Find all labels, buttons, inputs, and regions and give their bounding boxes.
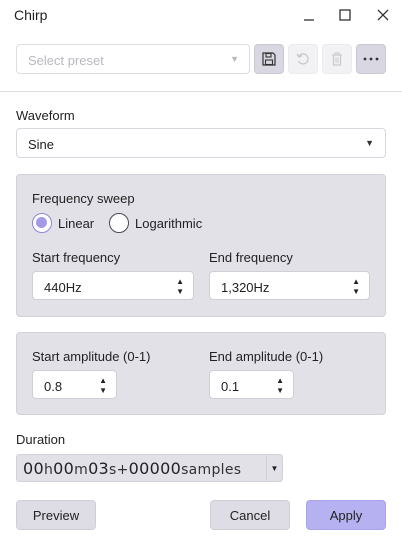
minimize-icon (304, 19, 314, 21)
preset-select[interactable]: Select preset ▼ (16, 44, 250, 74)
start-frequency-label: Start frequency (32, 250, 121, 265)
start-frequency-value: 440Hz (44, 280, 82, 295)
close-icon (377, 9, 389, 21)
frequency-sweep-panel: Frequency sweep Linear Logarithmic Start… (16, 174, 386, 317)
duration-label: Duration (16, 432, 66, 447)
end-frequency-label: End frequency (209, 250, 293, 265)
samples-unit: samples (181, 462, 242, 478)
chevron-down-icon: ▼ (230, 54, 239, 64)
duration-value[interactable]: 00h00m03s+00000samples (23, 459, 241, 478)
maximize-icon (339, 9, 351, 21)
frequency-sweep-label: Frequency sweep (32, 191, 135, 206)
undo-icon (296, 53, 309, 65)
increment-icon[interactable]: ▲ (352, 278, 360, 286)
decrement-icon[interactable]: ▼ (99, 387, 107, 395)
increment-icon[interactable]: ▲ (276, 377, 284, 385)
title-bar: Chirp (0, 0, 402, 30)
radio-logarithmic-indicator[interactable] (109, 213, 129, 233)
preset-placeholder: Select preset (28, 53, 104, 68)
end-amplitude-input[interactable]: 0.1 ▲ ▼ (209, 370, 294, 399)
apply-button[interactable]: Apply (306, 500, 386, 530)
end-amplitude-value: 0.1 (221, 379, 240, 394)
divider (0, 91, 402, 92)
save-icon (262, 52, 276, 66)
minimize-button[interactable] (297, 4, 321, 26)
hours-unit: h (43, 462, 54, 478)
chevron-down-icon: ▼ (270, 463, 279, 473)
minutes-unit: m (74, 462, 89, 478)
waveform-value: Sine (28, 137, 55, 152)
delete-preset-button[interactable] (322, 44, 352, 74)
seconds-unit: s+ (109, 462, 129, 478)
more-options-button[interactable] (356, 44, 386, 74)
end-amplitude-label: End amplitude (0-1) (209, 349, 324, 364)
more-icon (363, 57, 379, 61)
radio-linear[interactable]: Linear (32, 213, 94, 233)
end-frequency-input[interactable]: 1,320Hz ▲ ▼ (209, 271, 370, 300)
radio-logarithmic[interactable]: Logarithmic (109, 213, 202, 233)
decrement-icon[interactable]: ▼ (176, 288, 184, 296)
radio-logarithmic-label: Logarithmic (135, 215, 203, 231)
increment-icon[interactable]: ▲ (99, 377, 107, 385)
start-frequency-input[interactable]: 440Hz ▲ ▼ (32, 271, 194, 300)
duration-input[interactable]: 00h00m03s+00000samples ▼ (16, 454, 283, 482)
decrement-icon[interactable]: ▼ (276, 387, 284, 395)
undo-preset-button[interactable] (288, 44, 318, 74)
radio-linear-indicator[interactable] (32, 213, 52, 233)
preview-button[interactable]: Preview (16, 500, 96, 530)
duration-minutes[interactable]: 00 (53, 459, 74, 478)
close-button[interactable] (371, 4, 395, 26)
start-amplitude-label: Start amplitude (0-1) (32, 349, 151, 364)
amplitude-panel: Start amplitude (0-1) 0.8 ▲ ▼ End amplit… (16, 332, 386, 415)
trash-icon (332, 52, 342, 66)
start-amplitude-input[interactable]: 0.8 ▲ ▼ (32, 370, 117, 399)
duration-format-dropdown[interactable]: ▼ (266, 455, 282, 481)
decrement-icon[interactable]: ▼ (352, 288, 360, 296)
waveform-select[interactable]: Sine ▼ (16, 128, 386, 158)
end-frequency-value: 1,320Hz (221, 280, 270, 295)
cancel-button[interactable]: Cancel (210, 500, 290, 530)
duration-hours[interactable]: 00 (23, 459, 44, 478)
maximize-button[interactable] (333, 4, 357, 26)
save-preset-button[interactable] (254, 44, 284, 74)
duration-seconds[interactable]: 03 (88, 459, 109, 478)
window-title: Chirp (14, 7, 48, 23)
chevron-down-icon: ▼ (365, 138, 374, 148)
waveform-label: Waveform (16, 108, 75, 123)
start-amplitude-value: 0.8 (44, 379, 63, 394)
increment-icon[interactable]: ▲ (176, 278, 184, 286)
duration-samples[interactable]: 00000 (129, 459, 181, 478)
radio-linear-label: Linear (58, 215, 95, 231)
